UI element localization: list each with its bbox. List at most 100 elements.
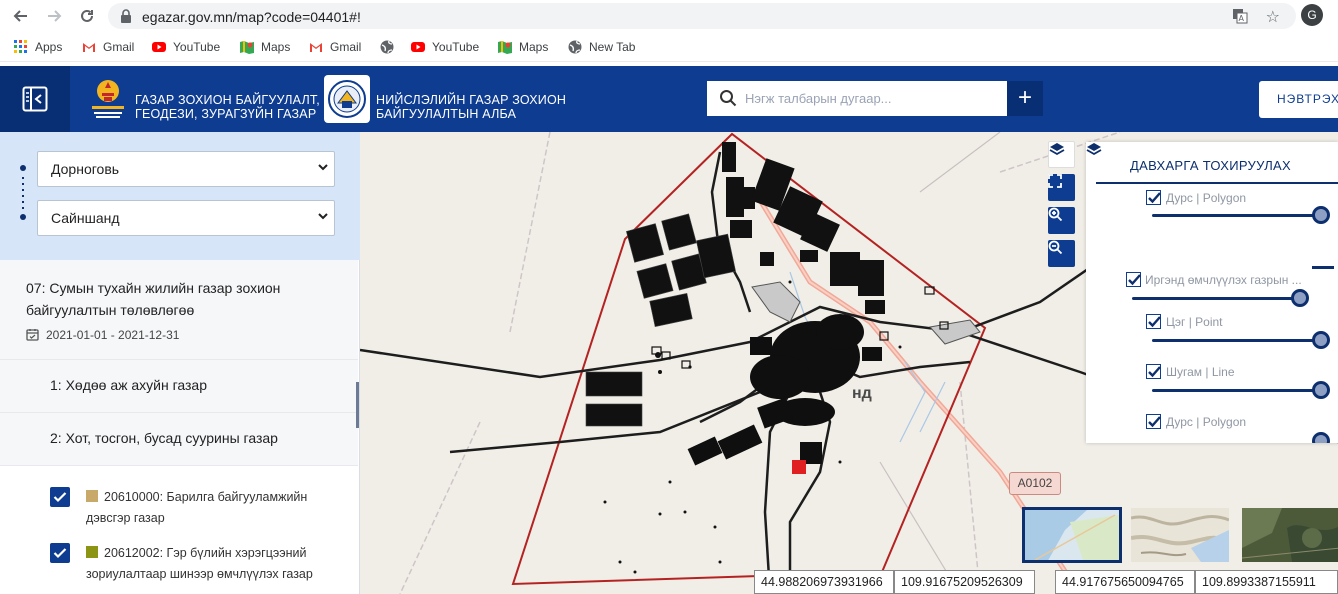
cursor-latitude: 44.988206973931966: [754, 570, 894, 594]
youtube-icon: [152, 42, 166, 52]
bookmark-gmail-2[interactable]: Gmail: [309, 39, 361, 55]
layer-checkbox[interactable]: [1146, 364, 1161, 379]
svg-text:A: A: [1239, 14, 1245, 23]
layer-item: Иргэнд өмчлүүлэх газрын ...: [1086, 270, 1338, 310]
apps-grid-icon: [14, 40, 27, 53]
layer-checkbox[interactable]: [1146, 314, 1161, 329]
scrollbar-thumb[interactable]: [356, 382, 359, 428]
center-longitude: 109.8993387155911: [1195, 570, 1338, 594]
calendar-icon: [26, 329, 39, 341]
landuse-check-item: 20612002: Гэр бүлийн хэрэгцээний зориула…: [0, 543, 358, 594]
layers-icon: [1086, 143, 1102, 156]
agency-name: ГАЗАР ЗОХИОН БАЙГУУЛАЛТ, ГЕОДЕЗИ, ЗУРАГЗ…: [135, 93, 320, 121]
checkmark-icon: [53, 492, 67, 503]
browser-toolbar: egazar.gov.mn/map?code=04401#! A ☆ G: [0, 0, 1338, 32]
province-select[interactable]: Дорноговь: [37, 151, 335, 187]
basemap-terrain-thumbnail[interactable]: [1131, 508, 1229, 562]
landuse-checkbox[interactable]: [50, 487, 70, 507]
bookmark-globe[interactable]: [380, 39, 394, 55]
layers-button[interactable]: [1048, 141, 1075, 168]
basemap-satellite-thumbnail[interactable]: [1242, 508, 1338, 562]
globe-icon: [380, 40, 394, 54]
parcel-search-input[interactable]: [745, 81, 1000, 116]
place-label: нд: [852, 385, 872, 402]
layers-icon: [1049, 143, 1065, 156]
forward-arrow-icon[interactable]: [43, 5, 65, 27]
bookmark-maps[interactable]: Maps: [240, 39, 290, 55]
fullscreen-icon: [1048, 174, 1062, 188]
app-header: ГАЗАР ЗОХИОН БАЙГУУЛАЛТ, ГЕОДЕЗИ, ЗУРАГЗ…: [0, 66, 1338, 132]
office-name: НИЙСЛЭЛИЙН ГАЗАР ЗОХИОН БАЙГУУЛАЛТЫН АЛБ…: [376, 93, 567, 121]
soum-select[interactable]: Сайншанд: [37, 200, 335, 236]
opacity-slider-handle[interactable]: [1312, 331, 1330, 349]
opacity-slider-handle[interactable]: [1312, 381, 1330, 399]
address-bar[interactable]: egazar.gov.mn/map?code=04401#! A ☆: [108, 3, 1296, 29]
location-selector: Дорноговь Сайншанд: [0, 132, 360, 260]
layer-checkbox[interactable]: [1146, 414, 1161, 429]
chevron-down-icon: [318, 213, 328, 220]
bookmarks-bar: Apps Gmail YouTube Maps Gmail YouTube Ma…: [0, 32, 1338, 62]
layer-item: Цэг | Point: [1086, 312, 1338, 352]
chevron-down-icon: [318, 164, 328, 171]
opacity-slider-handle[interactable]: [1291, 289, 1309, 307]
map-canvas[interactable]: нд A0102 ДАВХАРГА ТОХИРУУЛАХ Дурс | Poly…: [360, 132, 1338, 594]
reload-icon[interactable]: [76, 5, 98, 27]
sidebar-toggle-button[interactable]: [0, 66, 70, 132]
url-text: egazar.gov.mn/map?code=04401#!: [142, 9, 361, 25]
zoom-in-button[interactable]: [1048, 207, 1075, 234]
add-button[interactable]: +: [1007, 81, 1043, 116]
office-logo: [324, 75, 370, 123]
zoom-out-button[interactable]: [1048, 240, 1075, 267]
plan-date: 2021-01-01 - 2021-12-31: [46, 328, 180, 342]
cursor-longitude: 109.91675209526309: [894, 570, 1035, 594]
search-icon: [720, 90, 737, 107]
fullscreen-button[interactable]: [1048, 174, 1075, 201]
translate-icon[interactable]: A: [1232, 8, 1248, 24]
layer-item: Дурс | Polygon: [1086, 412, 1338, 443]
bookmark-apps[interactable]: Apps: [14, 39, 62, 55]
agency-logo: [86, 75, 130, 123]
opacity-slider[interactable]: [1152, 339, 1322, 342]
bookmark-youtube-2[interactable]: YouTube: [411, 39, 479, 55]
youtube-icon: [411, 42, 425, 52]
group-divider: [1312, 266, 1334, 269]
landuse-checkbox[interactable]: [50, 543, 70, 563]
zoom-in-icon: [1048, 207, 1063, 222]
bookmark-maps-2[interactable]: Maps: [498, 39, 548, 55]
opacity-slider[interactable]: [1152, 214, 1322, 217]
login-button[interactable]: НЭВТРЭХ: [1259, 81, 1338, 118]
layer-item: Дурс | Polygon: [1086, 188, 1338, 228]
plan-item[interactable]: 07: Сумын тухайн жилийн газар зохион бай…: [0, 260, 358, 360]
opacity-slider[interactable]: [1132, 297, 1300, 300]
collapse-sidebar-icon: [22, 86, 48, 112]
maps-icon: [498, 41, 512, 54]
bookmark-gmail[interactable]: Gmail: [82, 39, 134, 55]
zoom-out-icon: [1048, 240, 1063, 255]
layer-checkbox[interactable]: [1146, 190, 1161, 205]
maps-icon: [240, 41, 254, 54]
back-arrow-icon[interactable]: [10, 5, 32, 27]
bookmark-new-tab[interactable]: New Tab: [568, 39, 635, 55]
opacity-slider-handle[interactable]: [1312, 432, 1330, 443]
layer-panel-title: ДАВХАРГА ТОХИРУУЛАХ: [1130, 158, 1291, 173]
lock-icon: [121, 9, 131, 23]
sidebar: Дорноговь Сайншанд 07: Сумын тухайн жили…: [0, 132, 360, 594]
opacity-slider-handle[interactable]: [1312, 206, 1330, 224]
timeline-dots-icon: [20, 165, 26, 225]
gmail-icon: [83, 43, 95, 52]
center-latitude: 44.917675650094765: [1055, 570, 1195, 594]
bookmark-youtube[interactable]: YouTube: [152, 39, 220, 55]
landuse-check-item: 20610000: Барилга байгууламжийн дэвсгэр …: [0, 487, 358, 543]
bookmark-star-icon[interactable]: ☆: [1266, 7, 1280, 27]
layer-checkbox[interactable]: [1126, 272, 1141, 287]
globe-icon: [568, 40, 582, 54]
gmail-icon: [310, 43, 322, 52]
parcel-search: [707, 81, 1007, 116]
category-agricultural[interactable]: 1: Хөдөө аж ахуйн газар: [0, 360, 358, 413]
category-settlement[interactable]: 2: Хот, тосгон, бусад суурины газар: [0, 413, 358, 466]
profile-avatar[interactable]: G: [1301, 4, 1323, 26]
basemap-street-thumbnail[interactable]: [1022, 507, 1122, 563]
plan-title: 07: Сумын тухайн жилийн газар зохион бай…: [26, 280, 281, 318]
opacity-slider[interactable]: [1152, 389, 1322, 392]
checkmark-icon: [53, 548, 67, 559]
